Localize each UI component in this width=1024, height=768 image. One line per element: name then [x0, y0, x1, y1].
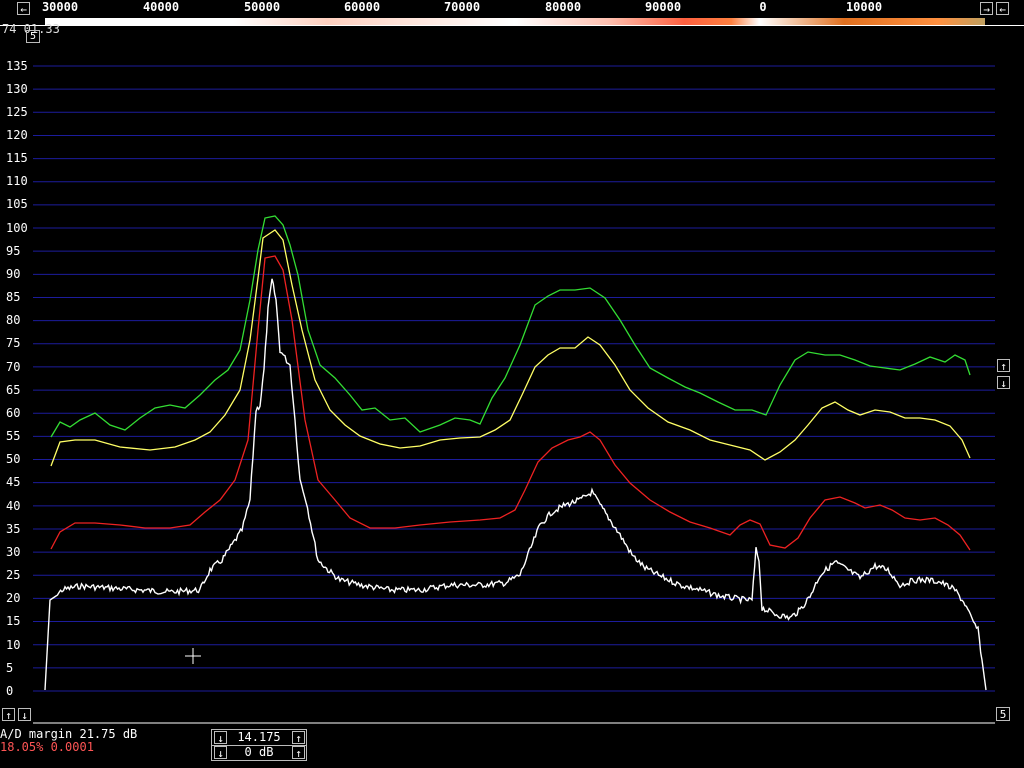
ad-margin-text: A/D margin 21.75 dB [0, 727, 138, 741]
y-axis-label: 85 [6, 290, 21, 304]
trace-yellow [50, 229, 971, 467]
zoom-down-button[interactable]: ↓ [997, 376, 1010, 390]
bottom-right-box[interactable]: 5 [996, 707, 1010, 721]
spectrum-plot[interactable] [0, 0, 1024, 768]
y-axis-label: 30 [6, 545, 21, 559]
y-axis-label: 105 [6, 197, 28, 211]
gain-up-button[interactable]: ↑ [292, 746, 305, 760]
freq-up-button[interactable]: ↑ [292, 731, 305, 745]
trace-white [44, 278, 987, 691]
y-axis-label: 45 [6, 475, 21, 489]
y-axis-label: 135 [6, 59, 28, 73]
y-axis-label: 40 [6, 499, 21, 513]
y-axis-label: 50 [6, 452, 21, 466]
y-axis-label: 120 [6, 128, 28, 142]
y-axis-label: 15 [6, 614, 21, 628]
y-axis-label: 100 [6, 221, 28, 235]
zoom-up-button[interactable]: ↑ [997, 359, 1010, 373]
y-axis-label: 95 [6, 244, 21, 258]
y-axis-label: 90 [6, 267, 21, 281]
y-axis-label: 10 [6, 638, 21, 652]
stats-text: 18.05% 0.0001 [0, 740, 94, 754]
y-axis-label: 80 [6, 313, 21, 327]
level-up-button[interactable]: ↑ [2, 708, 15, 722]
gain-value[interactable]: 0 dB [230, 745, 288, 759]
y-axis-label: 25 [6, 568, 21, 582]
y-axis-label: 75 [6, 336, 21, 350]
y-axis-label: 60 [6, 406, 21, 420]
gain-down-button[interactable]: ↓ [214, 746, 227, 760]
y-axis-label: 5 [6, 661, 14, 675]
y-axis-label: 125 [6, 105, 28, 119]
y-axis-label: 70 [6, 360, 21, 374]
freq-value[interactable]: 14.175 [230, 730, 288, 744]
y-axis-label: 55 [6, 429, 21, 443]
y-axis-label: 130 [6, 82, 28, 96]
y-axis-label: 20 [6, 591, 21, 605]
freq-down-button[interactable]: ↓ [214, 731, 227, 745]
level-down-button[interactable]: ↓ [18, 708, 31, 722]
y-axis-label: 0 [6, 684, 14, 698]
y-axis-label: 35 [6, 522, 21, 536]
y-axis-label: 65 [6, 383, 21, 397]
y-axis-label: 110 [6, 174, 28, 188]
control-box: ↓ 14.175 ↑ ↓ 0 dB ↑ [211, 729, 307, 761]
y-axis-label: 115 [6, 151, 28, 165]
